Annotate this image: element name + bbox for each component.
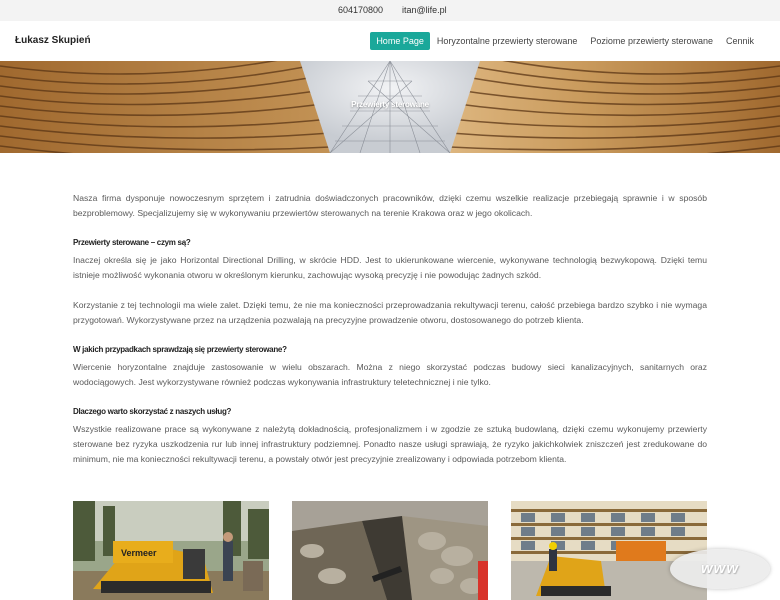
main-nav: Home Page Horyzontalne przewierty sterow… (369, 32, 760, 50)
nav-home-page[interactable]: Home Page (370, 32, 430, 50)
drilling-rig-photo[interactable]: Vermeer (73, 501, 269, 600)
nav-horyzontalne-przewierty[interactable]: Horyzontalne przewierty sterowane (431, 33, 584, 49)
phone-number[interactable]: 604170800 (338, 5, 383, 15)
trench-pipe-photo[interactable] (292, 501, 488, 600)
top-contact-bar: 604170800 itan@life.pl (0, 0, 780, 21)
hero-title: Przewierty sterowane (351, 100, 429, 109)
www-badge-text: www (700, 560, 739, 577)
section1-paragraph-2: Korzystanie z tej technologii ma wiele z… (73, 300, 707, 325)
site-building-photo[interactable] (511, 501, 707, 600)
section2-paragraph: Wiercenie horyzontalne znajduje zastosow… (73, 362, 707, 387)
section3-paragraph: Wszystkie realizowane prace są wykonywan… (73, 424, 707, 464)
main-content: Nasza firma dysponuje nowoczesnym sprzęt… (73, 191, 707, 467)
svg-text:Vermeer: Vermeer (121, 548, 157, 558)
hero-banner: Przewierty sterowane (0, 61, 780, 153)
email-address[interactable]: itan@life.pl (402, 5, 447, 15)
site-brand[interactable]: Łukasz Skupień (15, 35, 91, 46)
section-heading-what-are: Przewierty sterowane – czym są? (73, 238, 191, 247)
www-badge[interactable]: www (670, 549, 770, 589)
nav-cennik[interactable]: Cennik (720, 33, 760, 49)
nav-poziome-przewierty[interactable]: Poziome przewierty sterowane (584, 33, 719, 49)
section-heading-when: W jakich przypadkach sprawdzają się prze… (73, 345, 287, 354)
intro-paragraph: Nasza firma dysponuje nowoczesnym sprzęt… (73, 193, 707, 218)
site-header: Łukasz Skupień Home Page Horyzontalne pr… (0, 21, 780, 61)
section1-paragraph-1: Inaczej określa się je jako Horizontal D… (73, 255, 707, 280)
section-heading-why-us: Dlaczego warto skorzystać z naszych usłu… (73, 407, 232, 416)
